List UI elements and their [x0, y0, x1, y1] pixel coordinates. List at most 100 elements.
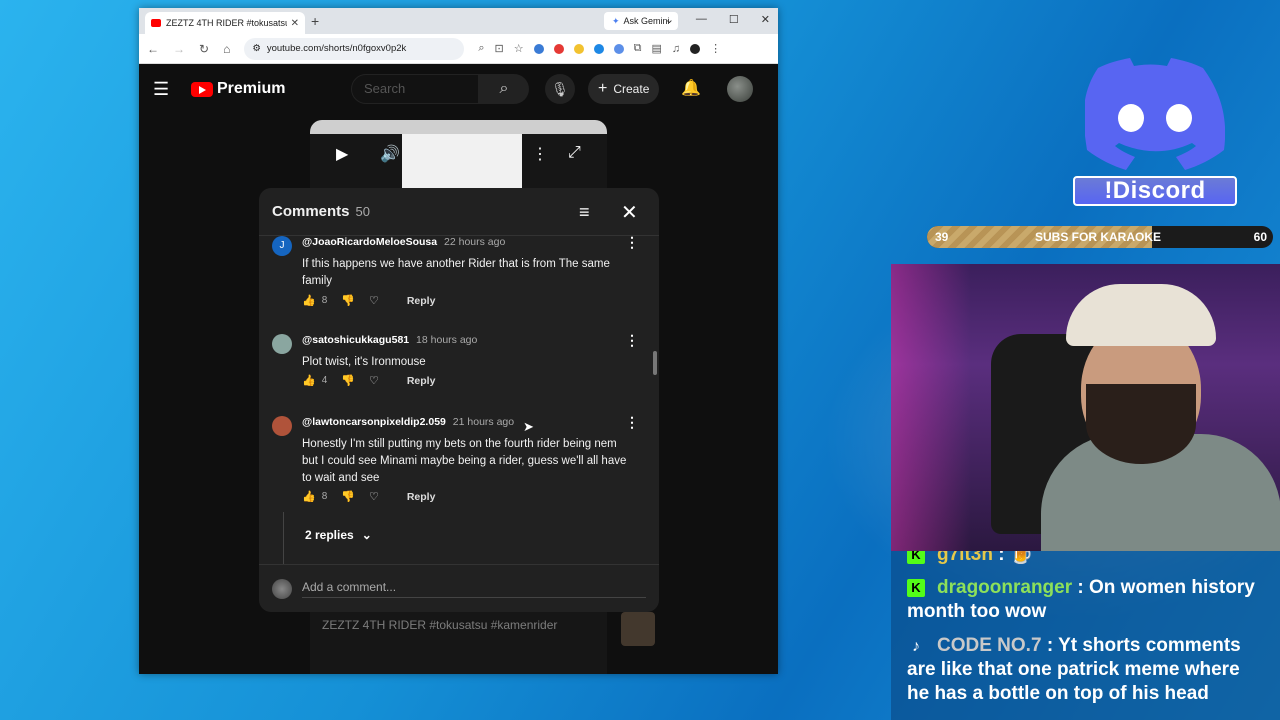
dislike-icon[interactable]: 👎 [341, 490, 355, 503]
youtube-favicon-icon [151, 19, 161, 27]
zoom-icon[interactable]: ⌕ [478, 42, 484, 55]
hamburger-menu-icon[interactable]: ☰ [153, 79, 181, 100]
create-button[interactable]: + Create [588, 74, 660, 104]
account-avatar[interactable] [727, 76, 753, 102]
fullscreen-icon[interactable]: ⤢ [568, 144, 581, 162]
comment-meta: @JoaoRicardoMeloeSousa 22 hours ago [302, 236, 505, 248]
comments-title: Comments [272, 203, 350, 220]
dislike-icon[interactable]: 👎 [341, 374, 355, 387]
url-text: youtube.com/shorts/n0fgoxv0p2k [266, 43, 407, 54]
chat-message: Kdragoonranger : On women history month … [907, 576, 1262, 624]
youtube-premium-logo[interactable]: Premium [191, 80, 285, 98]
comment-actions: 👍 4 👎 ♡ Reply [302, 374, 436, 388]
comment-avatar[interactable]: J [272, 236, 292, 256]
comment-time[interactable]: 21 hours ago [453, 416, 514, 428]
translate-icon[interactable] [613, 43, 624, 54]
comment-author[interactable]: @lawtoncarsonpixeldip2.059 [302, 416, 446, 428]
reply-button[interactable]: Reply [407, 491, 436, 503]
reply-button[interactable]: Reply [407, 295, 436, 307]
sort-icon[interactable]: ≡ [579, 202, 590, 223]
new-tab-button[interactable]: + [311, 13, 319, 29]
premium-label: Premium [217, 80, 286, 97]
chat-sep: : [1077, 577, 1084, 598]
dislike-icon[interactable]: 👎 [341, 294, 355, 307]
like-count: 8 [321, 295, 328, 306]
home-icon[interactable]: ⌂ [223, 42, 230, 56]
webcam-feed [891, 264, 1280, 551]
install-icon[interactable]: ⊡ [494, 42, 503, 55]
search-input[interactable]: Search [351, 74, 479, 104]
maximize-icon[interactable]: ☐ [729, 13, 739, 26]
url-field[interactable]: ⚙ youtube.com/shorts/n0fgoxv0p2k [244, 37, 465, 60]
chat-user: CODE NO.7 [937, 635, 1042, 656]
kick-badge-icon: K [907, 579, 925, 597]
heart-icon[interactable]: ♡ [369, 374, 379, 387]
tab-bar: ZEZTZ 4TH RIDER #tokusatsu # ✕ + ✦ Ask G… [139, 8, 778, 34]
scrollbar-thumb[interactable] [653, 351, 657, 375]
play-icon[interactable]: ▶ [336, 144, 348, 164]
comments-list[interactable]: J @JoaoRicardoMeloeSousa 22 hours ago ⋮ … [259, 236, 659, 564]
notifications-bell-icon[interactable]: 🔔 [681, 78, 701, 98]
tab-close-icon[interactable]: ✕ [291, 18, 299, 29]
video-more-icon[interactable]: ⋮ [532, 144, 548, 164]
close-window-icon[interactable]: ✕ [761, 13, 770, 26]
add-comment-input[interactable]: Add a comment... [302, 580, 646, 598]
window-controls: ⌄ — ☐ ✕ [665, 13, 770, 26]
channel-thumbnail[interactable] [621, 612, 655, 646]
like-count: 8 [321, 491, 328, 502]
tiktok-badge-icon: ♪ [912, 638, 920, 655]
media-icon[interactable]: ♫ [672, 43, 680, 55]
short-title: ZEZTZ 4TH RIDER #tokusatsu #kamenrider [322, 618, 558, 632]
sidepanel-icon[interactable]: ▤ [651, 42, 661, 55]
forward-icon[interactable]: → [173, 42, 185, 56]
comment-time[interactable]: 22 hours ago [444, 236, 505, 248]
heart-icon[interactable]: ♡ [369, 490, 379, 503]
comment-avatar[interactable] [272, 334, 292, 354]
mouse-cursor-icon: ➤ [523, 419, 534, 434]
bookmark-star-icon[interactable]: ☆ [514, 42, 524, 55]
view-replies-button[interactable]: 2 replies ⌄ [305, 528, 372, 542]
plus-icon: + [598, 80, 608, 97]
extension-teal-icon[interactable] [593, 43, 604, 54]
minimize-icon[interactable]: — [696, 13, 707, 26]
subs-current: 39 [935, 230, 949, 244]
comment-meta: @lawtoncarsonpixeldip2.059 21 hours ago [302, 416, 514, 428]
back-icon[interactable]: ← [147, 42, 159, 56]
microphone-icon[interactable]: 🎙 [545, 74, 575, 104]
menu-kebab-icon[interactable]: ⋮ [710, 42, 721, 55]
emote-icon: 🍺 [1009, 551, 1034, 565]
tab-active[interactable]: ZEZTZ 4TH RIDER #tokusatsu # ✕ [145, 12, 305, 34]
volume-icon[interactable]: 🔊 [380, 144, 400, 164]
reply-button[interactable]: Reply [407, 375, 436, 387]
reload-icon[interactable]: ↻ [199, 42, 209, 56]
comment-actions: 👍 8 👎 ♡ Reply [302, 294, 436, 308]
comment-time[interactable]: 18 hours ago [416, 334, 477, 346]
puzzle-icon[interactable]: ⧉ [634, 42, 642, 55]
comment-author[interactable]: @JoaoRicardoMeloeSousa [302, 236, 437, 248]
chevron-down-icon[interactable]: ⌄ [665, 13, 674, 26]
comment-avatar[interactable] [272, 416, 292, 436]
video-top-strip [310, 120, 607, 134]
site-info-icon[interactable]: ⚙ [252, 43, 261, 54]
thread-line [283, 512, 284, 564]
gemini-star-icon: ✦ [612, 15, 620, 26]
comment-author[interactable]: @satoshicukkagu581 [302, 334, 409, 346]
comment-more-icon[interactable]: ⋮ [625, 332, 639, 349]
search-button[interactable]: ⌕ [479, 74, 529, 104]
like-icon[interactable]: 👍 [302, 490, 316, 503]
extension-red-icon[interactable] [553, 43, 564, 54]
comments-header: Comments 50 ≡ ✕ [259, 188, 659, 236]
subs-goal-target: 60 [1253, 230, 1267, 244]
like-icon[interactable]: 👍 [302, 374, 316, 387]
close-icon[interactable]: ✕ [621, 200, 638, 225]
comment-more-icon[interactable]: ⋮ [625, 414, 639, 431]
extension-toolbar: ⌕ ⊡ ☆ ⧉ ▤ ♫ ⋮ [478, 42, 721, 55]
like-icon[interactable]: 👍 [302, 294, 316, 307]
comments-count: 50 [355, 204, 370, 219]
replies-label: 2 replies [305, 528, 354, 542]
comment-more-icon[interactable]: ⋮ [625, 236, 639, 251]
profile-icon[interactable] [690, 43, 701, 54]
extension-blue-icon[interactable] [533, 43, 544, 54]
heart-icon[interactable]: ♡ [369, 294, 379, 307]
extension-yellow-icon[interactable] [573, 43, 584, 54]
